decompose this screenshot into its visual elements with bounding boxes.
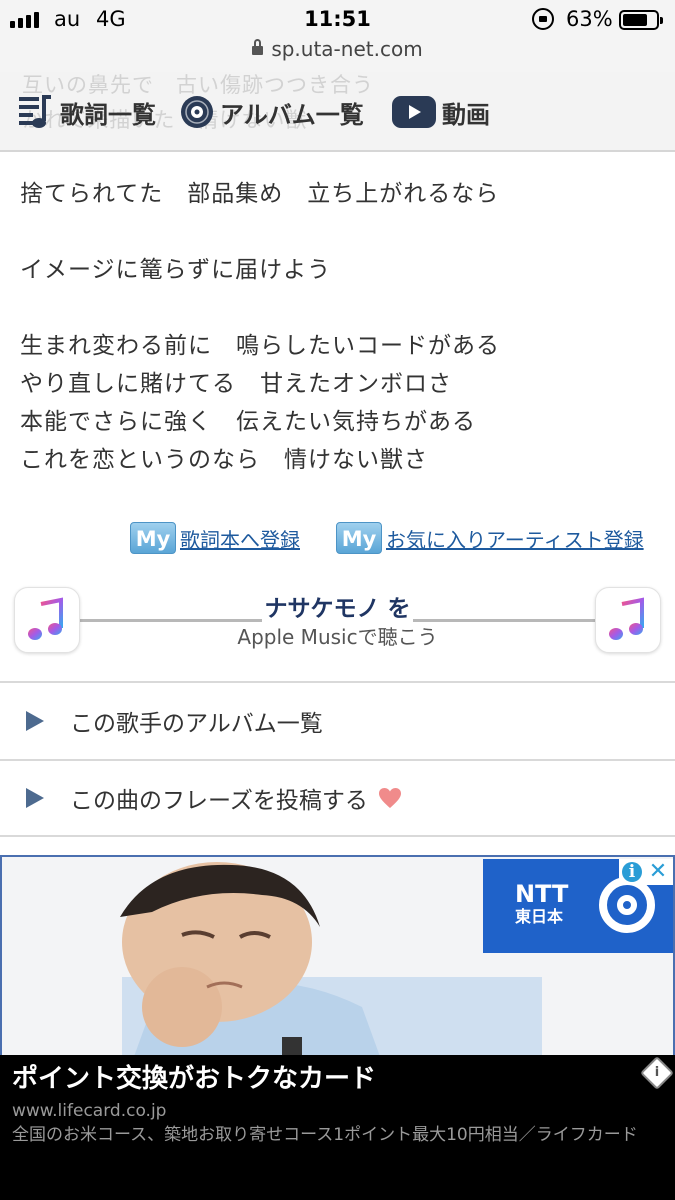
apple-music-song: ナサケモノ を (262, 596, 413, 622)
advertisement[interactable]: NTT 東日本 i ✕ ポイント交換がおトクなカード www.lifecard.… (0, 855, 675, 1200)
nav-album-list-label: アルバム一覧 (220, 100, 364, 129)
artist-album-list-label: この歌手のアルバム一覧 (70, 711, 323, 737)
my-badge-icon: My (130, 522, 176, 554)
nav-video[interactable]: 動画 (392, 92, 490, 132)
triangle-right-icon (26, 711, 44, 731)
lyric-line: これを恋というのなら 情けない獣さ (20, 447, 428, 473)
rotation-lock-icon (532, 8, 554, 30)
adchoices[interactable]: i ✕ (619, 859, 673, 885)
nav-lyrics-list-label: 歌詞一覧 (60, 100, 156, 129)
status-bar: au 4G 11:51 63% sp.uta-net.com (0, 0, 675, 72)
video-play-icon (392, 96, 436, 128)
action-list: この歌手のアルバム一覧 この曲のフレーズを投稿する (0, 681, 675, 837)
triangle-right-icon (26, 788, 44, 808)
register-lyrics-book-label: 歌詞本へ登録 (180, 527, 300, 552)
ad-domain: www.lifecard.co.jp (12, 1101, 167, 1121)
my-badge-icon: My (336, 522, 382, 554)
ad-text-block[interactable]: ポイント交換がおトクなカード www.lifecard.co.jp 全国のお米コ… (0, 1055, 675, 1200)
artist-album-list-row[interactable]: この歌手のアルバム一覧 (0, 681, 675, 759)
apple-music-banner[interactable]: ナサケモノ を Apple Musicで聴こう (0, 585, 675, 665)
register-favorite-artist-label: お気に入りアーティスト登録 (386, 527, 644, 552)
battery-percent: 63% (566, 7, 613, 31)
ntt-logo-icon (599, 877, 655, 933)
lyrics-body: 捨てられてた 部品集め 立ち上がれるなら イメージに篭らずに届けよう 生まれ変わ… (20, 175, 660, 479)
nav-album-list[interactable]: アルバム一覧 (180, 92, 364, 132)
post-phrase-row[interactable]: この曲のフレーズを投稿する (0, 759, 675, 837)
lyric-line: 生まれ変わる前に 鳴らしたいコードがある (20, 333, 500, 359)
lyric-line: やり直しに賭けてる 甘えたオンボロさ (20, 371, 452, 397)
register-lyrics-book-link[interactable]: My 歌詞本へ登録 (130, 522, 300, 554)
ad-headline: ポイント交換がおトクなカード (12, 1064, 377, 1094)
url-text: sp.uta-net.com (271, 37, 423, 61)
nav-lyrics-list[interactable]: 歌詞一覧 (18, 92, 156, 132)
site-nav: 互いの鼻先で 古い傷跡つつき合う かれて来描いた 情けない獣 歌詞一覧 アルバム… (0, 72, 675, 152)
info-icon[interactable]: i (619, 859, 645, 885)
lyric-line: 捨てられてた 部品集め 立ち上がれるなら (20, 181, 500, 207)
lyrics-list-icon (19, 95, 51, 128)
lyric-line: 本能でさらに強く 伝えたい気持ちがある (20, 409, 476, 435)
address-bar[interactable]: sp.uta-net.com (0, 37, 675, 61)
disc-icon (181, 96, 213, 128)
lock-icon (252, 39, 264, 55)
battery-icon (619, 10, 663, 30)
ad-image[interactable]: NTT 東日本 i ✕ (0, 855, 675, 1060)
register-favorite-artist-link[interactable]: My お気に入りアーティスト登録 (336, 522, 644, 554)
heart-icon (378, 788, 401, 808)
nav-video-label: 動画 (442, 100, 490, 129)
lyric-line: イメージに篭らずに届けよう (20, 257, 332, 283)
ad-description: 全国のお米コース、築地お取り寄せコース1ポイント最大10円相当／ライフカード (12, 1125, 638, 1145)
apple-music-icon (595, 587, 661, 653)
post-phrase-label: この曲のフレーズを投稿する (70, 788, 368, 814)
ntt-brand: NTT (515, 880, 569, 908)
ntt-brand-sub: 東日本 (515, 907, 564, 926)
close-icon[interactable]: ✕ (645, 859, 671, 885)
apple-music-subtitle: Apple Musicで聴こう (235, 625, 440, 649)
